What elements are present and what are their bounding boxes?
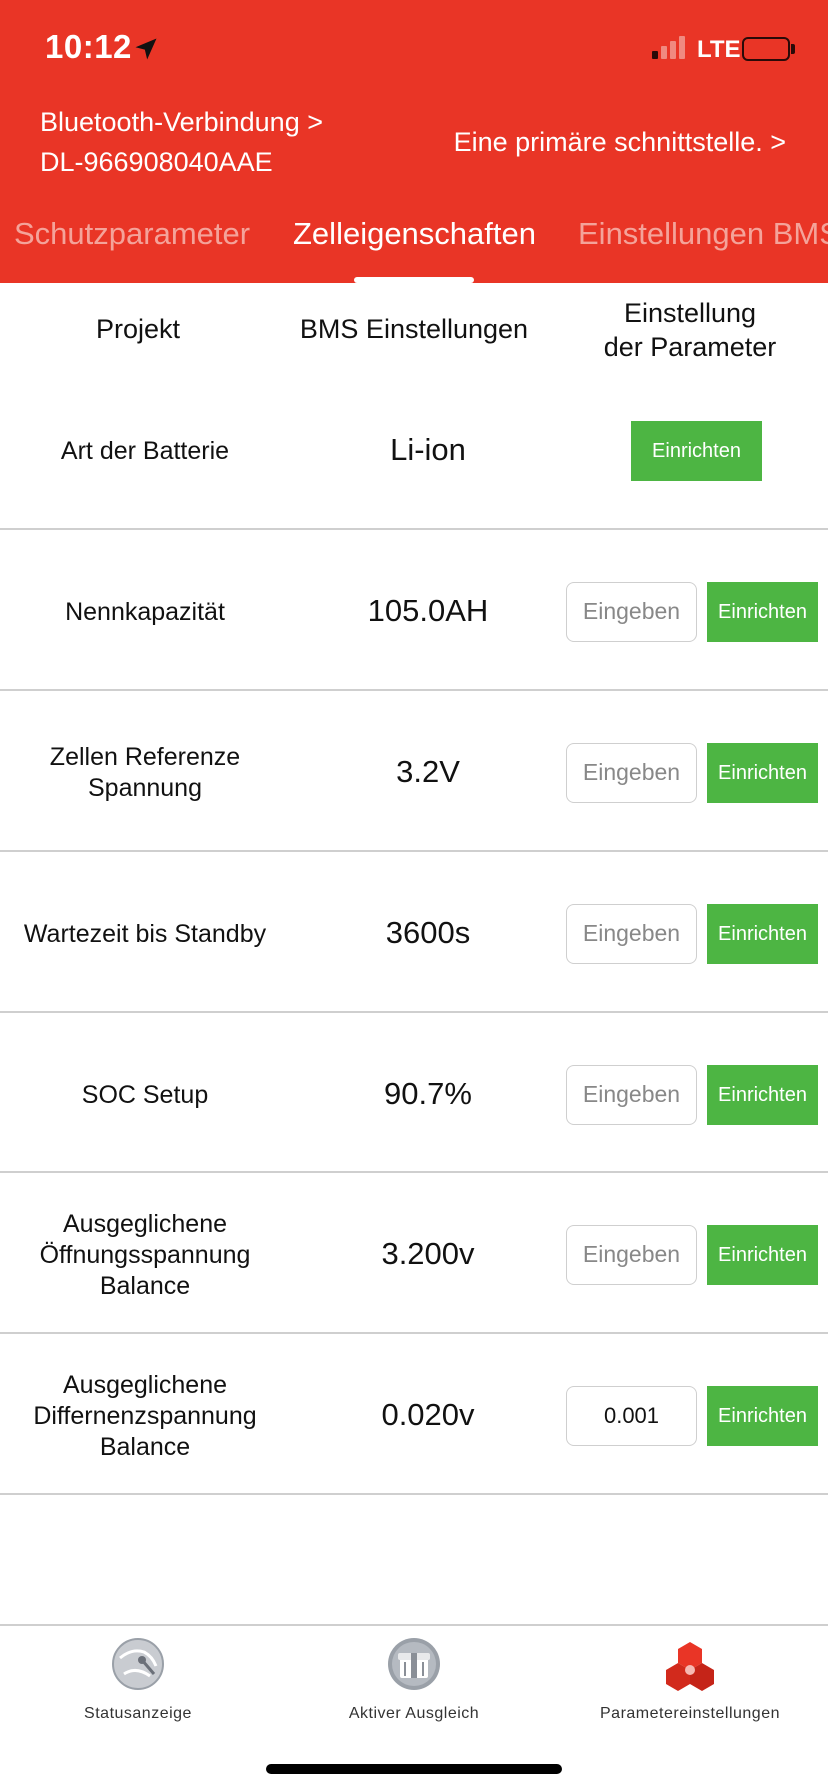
row-divider — [0, 528, 828, 530]
cellular-signal-icon — [652, 36, 685, 59]
location-arrow-icon — [135, 38, 157, 60]
device-id: DL-966908040AAE — [40, 147, 273, 177]
status-time: 10:12 — [45, 28, 132, 65]
row-value-battery-type: Li-ion — [390, 432, 466, 467]
row-divider — [0, 1493, 828, 1495]
nav-status-display[interactable]: Statusanzeige — [0, 1636, 276, 1723]
primary-interface-link[interactable]: Eine primäre schnittstelle. > — [454, 122, 786, 162]
balance-opening-voltage-input[interactable]: Eingeben — [566, 1225, 697, 1285]
set-nominal-capacity-button[interactable]: Einrichten — [707, 582, 818, 642]
set-balance-difference-voltage-button[interactable]: Einrichten — [707, 1386, 818, 1446]
bluetooth-label: Bluetooth-Verbindung > — [40, 107, 323, 137]
tab-schutzparameter[interactable]: Schutzparameter — [14, 212, 250, 256]
tab-bar: Schutzparameter Zelleigenschaften Einste… — [0, 212, 828, 260]
row-divider — [0, 1171, 828, 1173]
tab-zelleigenschaften[interactable]: Zelleigenschaften — [293, 212, 536, 256]
set-battery-type-button[interactable]: Einrichten — [631, 421, 762, 481]
label-line: Ausgeglichene — [62, 1371, 227, 1399]
label-line: Spannung — [87, 774, 202, 802]
status-gauge-icon — [112, 1638, 164, 1690]
nav-active-balance[interactable]: Aktiver Ausgleich — [276, 1636, 552, 1723]
nominal-capacity-input[interactable]: Eingeben — [566, 582, 697, 642]
row-label-balance-opening-voltage: Ausgeglichene Öffnungsspannung Balance — [0, 1209, 290, 1302]
row-value-cell-reference-voltage: 3.2V — [396, 754, 460, 789]
app-header: 10:12 LTE Bluetooth-Verbindung > DL-9669… — [0, 0, 828, 283]
row-label-standby-wait-time: Wartezeit bis Standby — [23, 920, 267, 948]
column-header-parameters-line1: Einstellung — [623, 298, 757, 328]
row-value-nominal-capacity: 105.0AH — [367, 593, 489, 628]
row-divider — [0, 689, 828, 691]
balance-difference-voltage-input[interactable]: 0.001 — [566, 1386, 697, 1446]
column-header-project: Projekt — [95, 314, 181, 344]
row-value-balance-difference-voltage: 0.020v — [381, 1397, 475, 1432]
column-header-parameters: Einstellung der Parameter — [570, 296, 810, 364]
status-bar: 10:12 LTE — [0, 0, 828, 100]
row-value-standby-wait-time: 3600s — [385, 915, 471, 950]
row-divider — [0, 1332, 828, 1334]
row-label-nominal-capacity: Nennkapazität — [65, 598, 225, 626]
row-value-balance-opening-voltage: 3.200v — [381, 1236, 475, 1271]
home-indicator — [266, 1764, 562, 1774]
active-tab-indicator — [354, 277, 474, 283]
set-standby-wait-time-button[interactable]: Einrichten — [707, 904, 818, 964]
network-type: LTE — [697, 36, 741, 63]
battery-tip — [791, 44, 795, 54]
set-soc-setup-button[interactable]: Einrichten — [707, 1065, 818, 1125]
row-label-soc-setup: SOC Setup — [81, 1081, 209, 1109]
label-line: Balance — [99, 1272, 191, 1300]
row-value-soc-setup: 90.7% — [384, 1076, 472, 1111]
row-label-balance-difference-voltage: Ausgeglichene Differnenzspannung Balance — [0, 1370, 290, 1463]
cubes-settings-icon — [666, 1642, 714, 1691]
set-cell-reference-voltage-button[interactable]: Einrichten — [707, 743, 818, 803]
label-line: Differnenzspannung — [33, 1402, 257, 1430]
nav-parameter-settings-label: Parametereinstellungen — [600, 1705, 780, 1722]
label-line: Balance — [99, 1433, 191, 1461]
cell-reference-voltage-input[interactable]: Eingeben — [566, 743, 697, 803]
nav-active-balance-label: Aktiver Ausgleich — [348, 1705, 480, 1722]
row-label-battery-type: Art der Batterie — [60, 437, 230, 465]
column-header-parameters-line2: der Parameter — [603, 332, 777, 362]
tab-einstellungen-bms[interactable]: Einstellungen BMS — [578, 212, 828, 256]
row-divider — [0, 1011, 828, 1013]
nav-status-display-label: Statusanzeige — [84, 1705, 192, 1722]
label-line: Öffnungsspannung — [39, 1241, 251, 1269]
nav-parameter-settings[interactable]: Parametereinstellungen — [552, 1636, 828, 1723]
soc-setup-input[interactable]: Eingeben — [566, 1065, 697, 1125]
label-line: Zellen Referenze — [49, 743, 241, 771]
label-line: Ausgeglichene — [62, 1210, 227, 1238]
bluetooth-connection-link[interactable]: Bluetooth-Verbindung > DL-966908040AAE — [40, 102, 323, 182]
row-divider — [0, 850, 828, 852]
standby-wait-time-input[interactable]: Eingeben — [566, 904, 697, 964]
battery-icon — [742, 37, 790, 61]
gift-balance-icon — [388, 1638, 440, 1690]
set-balance-opening-voltage-button[interactable]: Einrichten — [707, 1225, 818, 1285]
row-label-cell-reference-voltage: Zellen Referenze Spannung — [0, 742, 290, 804]
column-header-bms-settings: BMS Einstellungen — [299, 314, 529, 344]
